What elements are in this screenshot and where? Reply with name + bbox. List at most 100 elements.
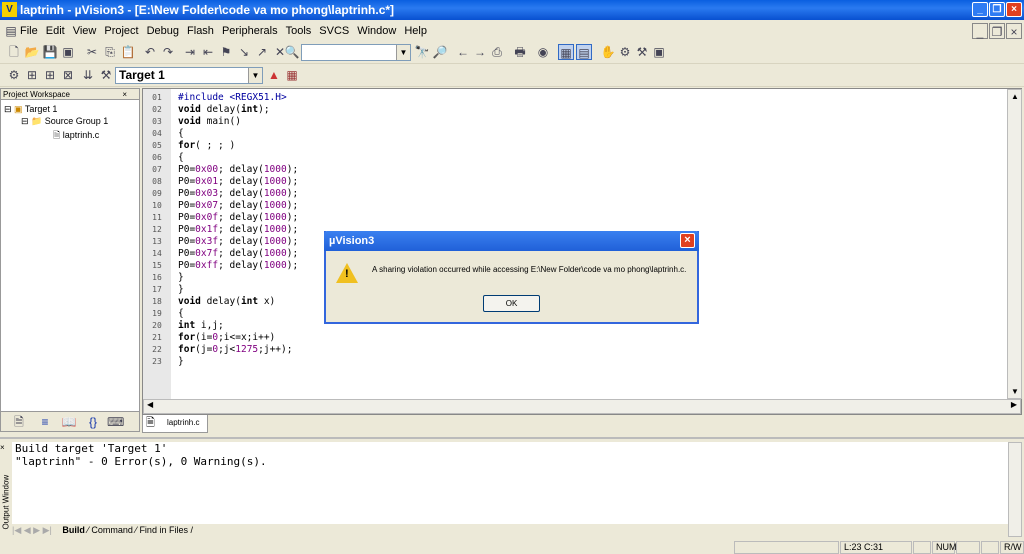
rebuild-icon[interactable]: ⊞ <box>42 67 58 83</box>
unindent-icon[interactable]: ⇤ <box>200 44 216 60</box>
tab-find-in-files[interactable]: Find in Files <box>139 525 188 535</box>
regs-tab-icon[interactable]: ≡ <box>37 414 53 430</box>
tab-laptrinh-c[interactable]: 🗎 laptrinh.c <box>142 415 208 433</box>
code-token: 1000 <box>263 200 287 211</box>
files-tab-icon[interactable]: 🗎 <box>11 414 27 430</box>
scroll-left-icon[interactable]: ◀ <box>147 400 153 409</box>
mdi-restore-button[interactable]: ❐ <box>989 23 1005 39</box>
hand-icon[interactable]: ✋ <box>600 44 616 60</box>
minimize-button[interactable]: _ <box>972 2 988 17</box>
target-options-icon[interactable]: ⚒ <box>98 67 114 83</box>
menu-view[interactable]: View <box>73 25 97 37</box>
menu-tools[interactable]: Tools <box>286 25 312 37</box>
output-vertical-scrollbar[interactable] <box>1008 442 1022 537</box>
code-token: ; delay( <box>218 212 264 223</box>
components-icon[interactable]: ▲ <box>266 67 282 83</box>
incremental-find-icon[interactable]: 🔎 <box>432 44 448 60</box>
functions-tab-icon[interactable]: {} <box>85 414 101 430</box>
tree-item-file[interactable]: 🗎 laptrinh.c <box>53 128 99 144</box>
tab-scroll-arrows[interactable]: |◀ ◀ ▶ ▶| <box>12 525 52 535</box>
save-icon[interactable]: 💾 <box>42 44 58 60</box>
config-icon[interactable]: ⚒ <box>634 44 650 60</box>
code-token: int <box>240 104 259 115</box>
back-arrow-icon[interactable]: ← <box>455 44 471 60</box>
status-rw: R/W <box>1000 541 1024 554</box>
scroll-up-icon[interactable]: ▲ <box>1011 92 1019 101</box>
output-side-bar: × Output Window <box>0 443 11 533</box>
code-token: ); <box>286 212 299 223</box>
print-icon[interactable]: 🖶 <box>512 44 528 60</box>
close-icon[interactable]: × <box>0 443 5 452</box>
next-bookmark-icon[interactable]: ↘ <box>236 44 252 60</box>
cut-icon[interactable]: ✂ <box>84 44 100 60</box>
tree-item-target[interactable]: ⊟ ▣ Target 1 <box>4 104 57 115</box>
code-line: void main() <box>178 116 241 127</box>
undo-icon[interactable]: ↶ <box>142 44 158 60</box>
menu-edit[interactable]: Edit <box>46 25 65 37</box>
forward-arrow-icon[interactable]: → <box>472 44 488 60</box>
code-token: P0= <box>178 188 196 199</box>
bookmark-icon[interactable]: ⚑ <box>218 44 234 60</box>
workspace-tabs: 🗎 ≡ 📖 {} ⌨ <box>1 411 139 431</box>
chevron-down-icon[interactable]: ▼ <box>396 45 410 60</box>
books-tab-icon[interactable]: 📖 <box>61 414 77 430</box>
options-icon[interactable]: ⚙ <box>617 44 633 60</box>
menu-svcs[interactable]: SVCS <box>319 25 349 37</box>
tab-command[interactable]: Command <box>91 525 133 535</box>
code-token: 0x3f <box>195 236 219 247</box>
menu-peripherals[interactable]: Peripherals <box>222 25 278 37</box>
translate-icon[interactable]: ⚙ <box>6 67 22 83</box>
open-folder-icon[interactable]: 📂 <box>24 44 40 60</box>
close-button[interactable]: × <box>1006 2 1022 17</box>
ok-button[interactable]: OK <box>483 295 540 312</box>
find-in-files-icon[interactable]: 🔍 <box>284 44 300 60</box>
dialog-close-button[interactable]: × <box>680 233 695 248</box>
find-combo[interactable]: ▼ <box>301 44 411 61</box>
horizontal-scrollbar[interactable]: ◀ ▶ <box>143 399 1021 414</box>
close-icon[interactable]: × <box>122 89 127 100</box>
window-icon[interactable]: ▣ <box>651 44 667 60</box>
mdi-minimize-button[interactable]: _ <box>972 23 988 39</box>
menu-flash[interactable]: Flash <box>187 25 214 37</box>
new-file-icon[interactable]: 🗋 <box>6 44 22 60</box>
build-output-text[interactable]: Build target 'Target 1' "laptrinh" - 0 E… <box>12 442 1008 524</box>
build-icon[interactable]: ⊞ <box>24 67 40 83</box>
tab-build[interactable]: Build <box>62 525 85 535</box>
download-icon[interactable]: ⇊ <box>80 67 96 83</box>
code-line: } <box>178 272 184 283</box>
chevron-down-icon[interactable]: ▼ <box>248 68 262 83</box>
menu-file[interactable]: File <box>20 25 38 37</box>
output-toggle-icon[interactable]: ▤ <box>576 44 592 60</box>
copy-icon[interactable]: ⎘ <box>102 44 118 60</box>
multi-project-icon[interactable]: ▦ <box>284 67 300 83</box>
code-token: i,j; <box>195 320 224 331</box>
code-token: 0x01 <box>195 176 219 187</box>
debug-session-icon[interactable]: ◉ <box>535 44 551 60</box>
templates-tab-icon[interactable]: ⌨ <box>107 414 124 430</box>
code-line: P0=0x1f; delay(1000); <box>178 224 298 235</box>
dialog-title-bar: µVision3 × <box>324 231 699 251</box>
code-line: for( ; ; ) <box>178 140 235 151</box>
menu-debug[interactable]: Debug <box>147 25 179 37</box>
mdi-close-button[interactable]: × <box>1006 23 1022 39</box>
target-select[interactable]: Target 1 ▼ <box>115 67 263 84</box>
scroll-right-icon[interactable]: ▶ <box>1011 400 1017 409</box>
menu-window[interactable]: Window <box>357 25 396 37</box>
restore-button[interactable]: ❐ <box>989 2 1005 17</box>
prev-bookmark-icon[interactable]: ↗ <box>254 44 270 60</box>
workspace-toggle-icon[interactable]: ▦ <box>558 44 574 60</box>
redo-icon[interactable]: ↷ <box>160 44 176 60</box>
source-browser-icon[interactable]: ⎙ <box>489 44 505 60</box>
menu-help[interactable]: Help <box>404 25 427 37</box>
tree-item-source-group[interactable]: ⊟ 📁 Source Group 1 <box>21 116 108 127</box>
stop-build-icon[interactable]: ⊠ <box>60 67 76 83</box>
find-icon[interactable]: 🔭 <box>414 44 430 60</box>
save-all-icon[interactable]: ▣ <box>60 44 76 60</box>
indent-icon[interactable]: ⇥ <box>182 44 198 60</box>
window-title: laptrinh - µVision3 - [E:\New Folder\cod… <box>20 3 395 17</box>
vertical-scrollbar[interactable]: ▲ ▼ <box>1007 89 1022 399</box>
menu-project[interactable]: Project <box>104 25 138 37</box>
paste-icon[interactable]: 📋 <box>120 44 136 60</box>
scroll-down-icon[interactable]: ▼ <box>1011 387 1019 396</box>
document-tabs: 🗎 laptrinh.c <box>142 415 1022 433</box>
